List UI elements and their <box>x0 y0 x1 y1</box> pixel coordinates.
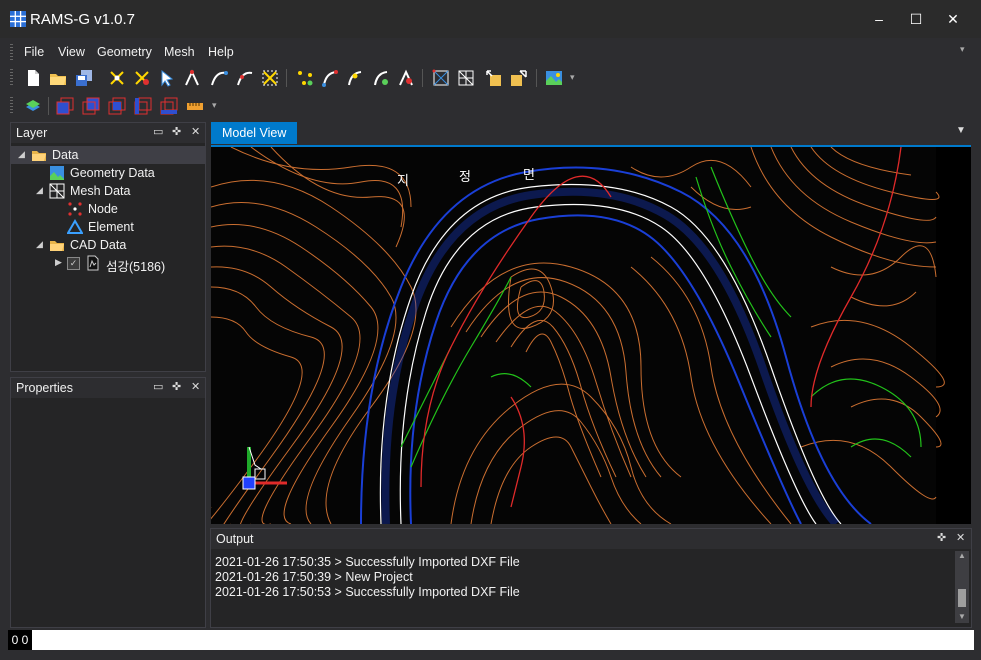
mesh-grid-icon[interactable] <box>457 69 475 87</box>
collapse-arrow-icon[interactable]: ▶ <box>55 257 62 268</box>
properties-panel-header: Properties ▭ ✜ ✕ <box>11 378 205 398</box>
edit-line-icon[interactable] <box>236 69 254 87</box>
map-label: 정 <box>459 170 471 185</box>
maximize-button[interactable]: ☐ <box>899 6 933 32</box>
expand-arrow-icon[interactable]: ◢ <box>36 185 43 196</box>
toolbar-main: ▾ <box>8 66 974 90</box>
pin-icon[interactable]: ✜ <box>172 125 181 138</box>
output-line: 2021-01-26 17:50:53 > Successfully Impor… <box>215 585 520 599</box>
add-point-icon[interactable] <box>108 69 126 87</box>
select-icon[interactable] <box>158 69 176 87</box>
toolbar-separator <box>286 69 287 87</box>
view-front-icon[interactable] <box>108 97 126 115</box>
pin-icon[interactable]: ✜ <box>937 531 946 544</box>
view-3d-icon[interactable] <box>56 97 74 115</box>
split-line-icon[interactable] <box>261 69 279 87</box>
menu-help[interactable]: Help <box>208 45 234 59</box>
menu-geometry[interactable]: Geometry <box>97 45 152 59</box>
tab-model-view[interactable]: Model View <box>211 122 297 144</box>
folder-icon <box>50 241 64 251</box>
toolbar-grip[interactable] <box>10 97 13 115</box>
app-grid-icon <box>10 11 26 27</box>
scroll-thumb[interactable] <box>958 589 966 607</box>
output-panel-header: Output ✜ ✕ <box>211 529 971 549</box>
window-title: RAMS-G v1.0.7 <box>30 11 136 28</box>
arc-select-icon[interactable] <box>397 69 415 87</box>
geometry-map-icon <box>50 166 64 180</box>
output-line: 2021-01-26 17:50:39 > New Project <box>215 570 413 584</box>
mesh-export-icon[interactable] <box>510 69 528 87</box>
scroll-down-icon[interactable]: ▼ <box>958 612 966 621</box>
properties-panel: Properties ▭ ✜ ✕ <box>10 377 206 628</box>
view-side-icon[interactable] <box>134 97 152 115</box>
menu-grip[interactable] <box>10 44 13 60</box>
tree-item-data[interactable]: ◢ Data <box>11 146 205 164</box>
float-window-icon[interactable]: ▭ <box>153 380 163 393</box>
close-button[interactable]: ✕ <box>936 6 970 32</box>
folder-icon <box>32 151 46 161</box>
expand-arrow-icon[interactable]: ◢ <box>36 239 43 250</box>
title-bar: RAMS-G v1.0.7 ‒ ☐ ✕ <box>0 0 981 38</box>
layer-panel: Layer ▭ ✜ ✕ ◢ Data Geometry Data ◢ Mesh … <box>10 122 206 372</box>
element-triangle-icon <box>67 219 83 234</box>
layer-panel-title: Layer <box>16 126 48 140</box>
move-point-icon[interactable] <box>183 69 201 87</box>
toolbar-overflow-icon[interactable]: ▾ <box>212 100 217 111</box>
mesh-grid-icon <box>49 183 65 199</box>
arc-tool-icon[interactable] <box>321 69 339 87</box>
pin-icon[interactable]: ✜ <box>172 380 181 393</box>
arc-split-icon[interactable] <box>372 69 390 87</box>
tab-dropdown-icon[interactable]: ▼ <box>956 125 966 136</box>
toolbar-separator <box>422 69 423 87</box>
output-panel: Output ✜ ✕ 2021-01-26 17:50:35 > Success… <box>210 528 972 628</box>
close-panel-icon[interactable]: ✕ <box>191 380 200 393</box>
node-icon <box>68 202 82 216</box>
layer-panel-header: Layer ▭ ✜ ✕ <box>11 123 205 143</box>
model-view-canvas[interactable]: 지 정 면 <box>211 145 971 524</box>
draw-line-icon[interactable] <box>210 69 228 87</box>
toolbar-grip[interactable] <box>10 69 13 87</box>
new-file-icon[interactable] <box>24 69 42 87</box>
minimize-button[interactable]: ‒ <box>862 6 896 32</box>
view-bottom-icon[interactable] <box>160 97 178 115</box>
map-label: 면 <box>523 168 535 183</box>
menu-bar: File View Geometry Mesh Help ▾ <box>8 42 974 62</box>
output-scrollbar[interactable]: ▲ ▼ <box>955 551 969 623</box>
output-panel-title: Output <box>216 532 254 546</box>
polygon-icon[interactable] <box>432 69 450 87</box>
map-label: 지 <box>397 174 409 189</box>
scroll-up-icon[interactable]: ▲ <box>958 551 966 560</box>
measure-ruler-icon[interactable] <box>186 97 204 115</box>
delete-point-icon[interactable] <box>133 69 151 87</box>
menu-file[interactable]: File <box>24 45 44 59</box>
open-folder-icon[interactable] <box>49 69 67 87</box>
layer-visibility-checkbox[interactable]: ✓ <box>67 257 80 270</box>
toolbar-separator <box>48 97 49 115</box>
layers-stack-icon[interactable] <box>24 97 42 115</box>
toolbar-view: ▾ <box>8 94 238 118</box>
float-window-icon[interactable]: ▭ <box>153 125 163 138</box>
expand-arrow-icon[interactable]: ◢ <box>18 149 25 160</box>
arc-edit-icon[interactable] <box>346 69 364 87</box>
view-top-icon[interactable] <box>82 97 100 115</box>
coordinate-readout: 0 0 <box>8 630 32 650</box>
save-icon[interactable] <box>75 69 93 87</box>
node-points-icon[interactable] <box>296 69 314 87</box>
toolbar-separator <box>536 69 537 87</box>
topographic-map[interactable]: 지 정 면 <box>211 147 971 524</box>
mesh-import-icon[interactable] <box>484 69 502 87</box>
cad-file-icon <box>87 255 99 271</box>
map-image-icon[interactable] <box>545 69 563 87</box>
menu-view[interactable]: View <box>58 45 85 59</box>
toolbar-overflow-icon[interactable]: ▾ <box>570 72 575 83</box>
menu-overflow-icon[interactable]: ▾ <box>960 44 965 55</box>
close-panel-icon[interactable]: ✕ <box>191 125 200 138</box>
output-line: 2021-01-26 17:50:35 > Successfully Impor… <box>215 555 520 569</box>
status-bar: 0 0 <box>8 630 974 650</box>
close-panel-icon[interactable]: ✕ <box>956 531 965 544</box>
properties-panel-title: Properties <box>16 381 73 395</box>
menu-mesh[interactable]: Mesh <box>164 45 195 59</box>
